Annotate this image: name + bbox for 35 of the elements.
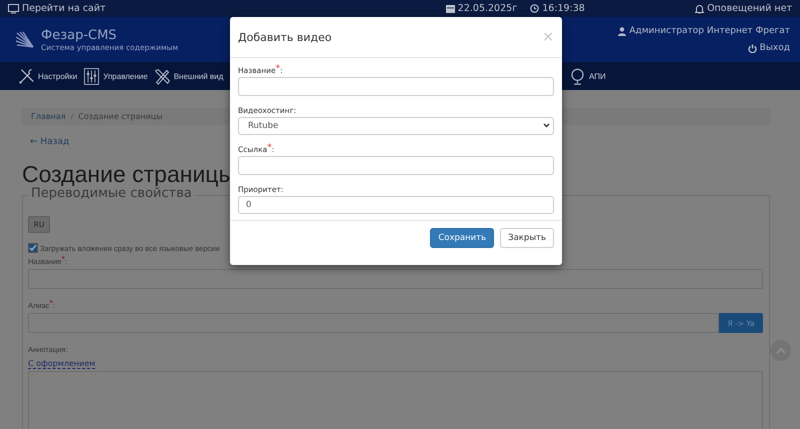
chevron-icon bbox=[543, 123, 550, 128]
clock-icon bbox=[530, 4, 540, 13]
close-dialog-button[interactable]: Закрыть bbox=[500, 228, 554, 248]
wrench-screwdriver-icon bbox=[18, 68, 35, 84]
input-field[interactable] bbox=[28, 313, 719, 333]
nav-item[interactable]: Управление bbox=[83, 68, 148, 84]
input-field[interactable] bbox=[28, 269, 763, 289]
logout-link[interactable]: Выход bbox=[748, 43, 790, 53]
user-icon bbox=[618, 26, 626, 36]
save-button[interactable]: Сохранить bbox=[430, 228, 494, 248]
site-link[interactable]: Перейти на сайт bbox=[8, 3, 106, 14]
separator-text: / bbox=[70, 112, 74, 121]
checkbox[interactable] bbox=[28, 243, 38, 253]
dialog-title: Добавить видео bbox=[238, 30, 332, 44]
date-text: 22.05.2025г bbox=[458, 3, 518, 14]
logo-icon bbox=[15, 30, 35, 48]
input-field[interactable]: 0 bbox=[238, 196, 554, 214]
sliders-icon bbox=[83, 68, 100, 84]
power-icon bbox=[748, 44, 757, 52]
nav-item[interactable]: Настройки bbox=[18, 68, 78, 84]
nav-item[interactable]: АПИ bbox=[569, 68, 606, 84]
scroll-top-button[interactable] bbox=[770, 340, 791, 361]
select-field[interactable]: Rutube bbox=[238, 116, 554, 135]
monitor-icon bbox=[8, 4, 19, 14]
notifications-link[interactable]: Оповещений нет bbox=[695, 3, 792, 14]
calendar-icon bbox=[446, 4, 455, 13]
nav-item[interactable]: Внешний вид bbox=[154, 68, 224, 84]
bell-icon bbox=[695, 4, 704, 14]
user-link[interactable]: Администратор Интернет Фрегат bbox=[618, 26, 790, 36]
pencil-ruler-icon bbox=[154, 68, 171, 84]
app-title: Фезар-CMS bbox=[41, 28, 118, 42]
globe-icon bbox=[569, 68, 586, 84]
time-text: 16:19:38 bbox=[542, 3, 585, 14]
fieldset-legend: Переводимые свойства bbox=[28, 186, 195, 201]
breadcrumb-item: Создание страницы bbox=[78, 112, 163, 121]
